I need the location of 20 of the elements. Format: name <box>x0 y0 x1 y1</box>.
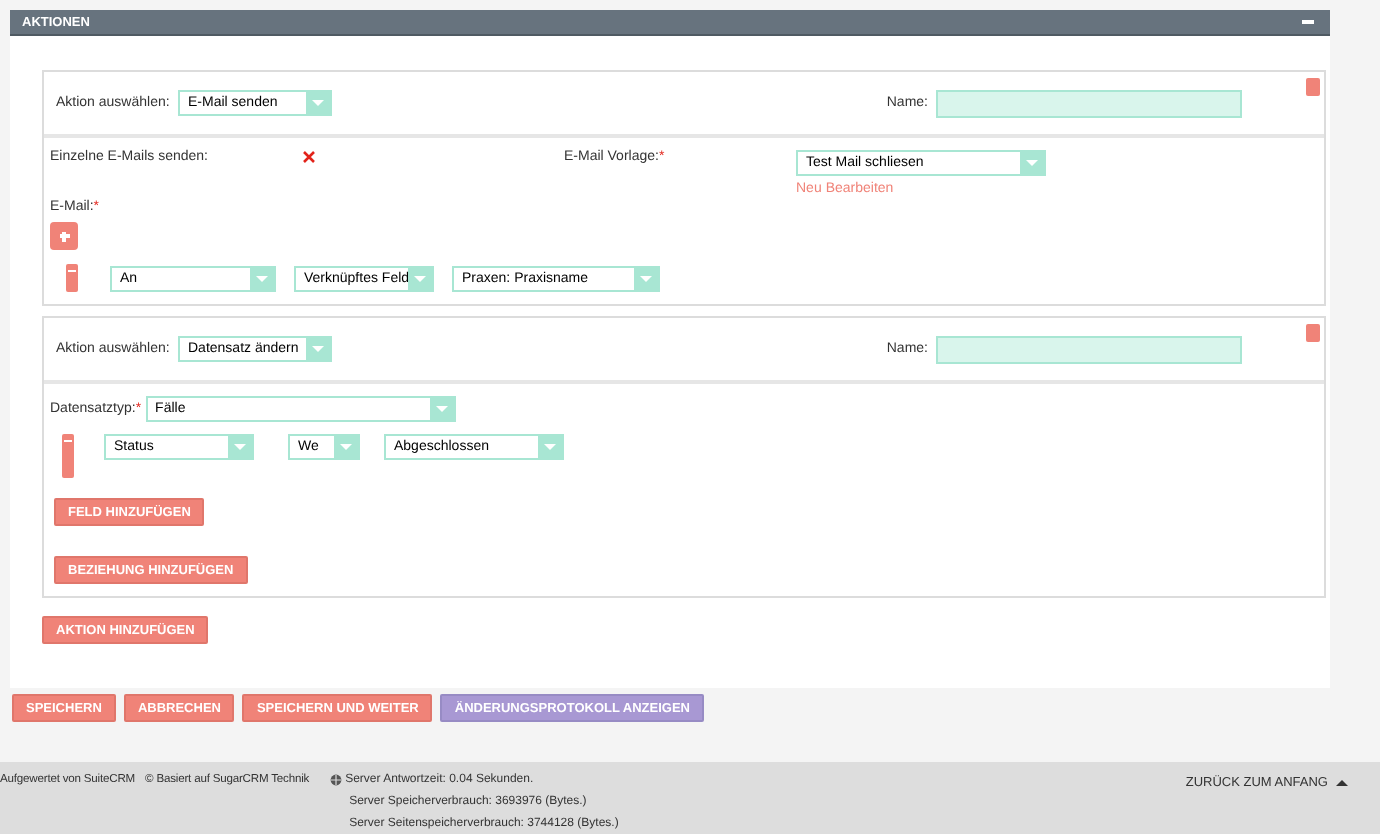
caret-icon <box>340 444 352 450</box>
caret-icon <box>640 275 652 281</box>
name-field[interactable] <box>936 335 1242 363</box>
caret-icon <box>312 346 324 352</box>
name-field[interactable] <box>936 89 1242 117</box>
cross-icon[interactable] <box>302 150 316 164</box>
add-button[interactable] <box>50 222 78 250</box>
remove-button[interactable] <box>62 434 74 478</box>
caret-icon <box>256 275 268 281</box>
delete-icon[interactable] <box>1306 324 1320 342</box>
remove-button[interactable] <box>66 264 78 292</box>
caret-icon <box>312 100 324 106</box>
caret-icon <box>1026 160 1038 166</box>
caret-icon <box>435 406 448 412</box>
caret-icon <box>414 275 426 281</box>
globe-icon <box>329 774 342 786</box>
caret-icon <box>234 444 246 450</box>
caret-icon <box>1336 779 1348 785</box>
delete-icon[interactable] <box>1306 78 1320 96</box>
caret-icon <box>544 444 556 450</box>
